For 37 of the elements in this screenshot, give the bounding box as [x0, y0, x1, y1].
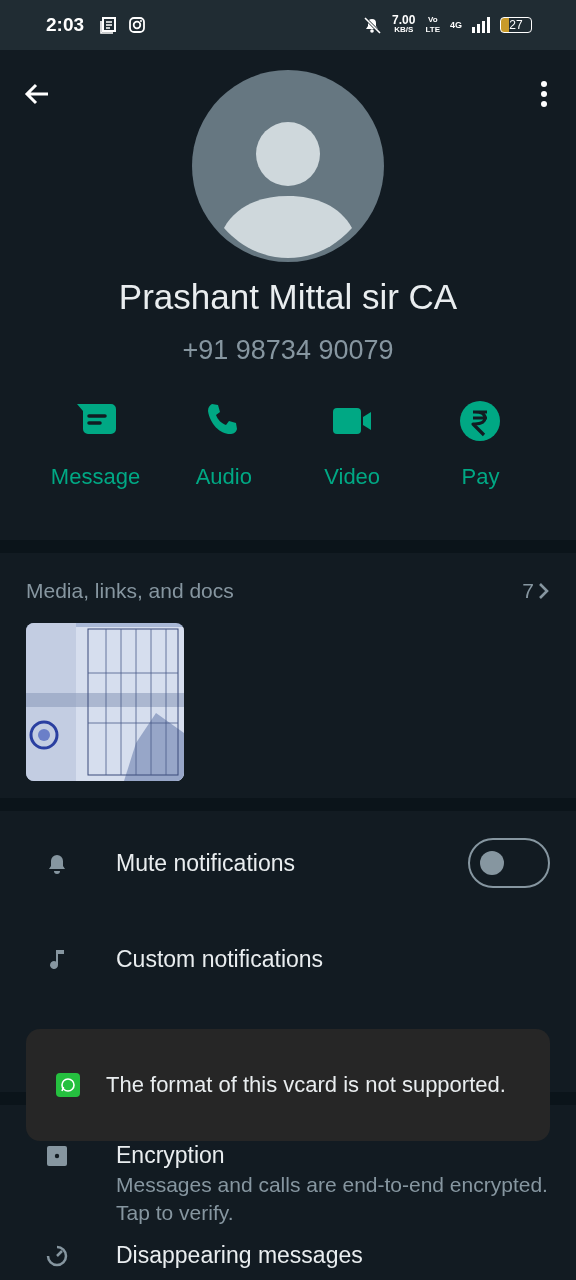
mute-bell-icon [362, 15, 383, 35]
contact-name: Prashant Mittal sir CA [118, 276, 458, 318]
chat-app-icon [56, 1073, 80, 1097]
rupee-icon [459, 400, 502, 442]
action-button[interactable]: Audio [166, 400, 282, 490]
timer-icon [45, 1244, 69, 1268]
battery-level: 27 [500, 17, 532, 33]
setting-description: Messages and calls are end-to-end encrypted. Tap to verify. [116, 1172, 549, 1226]
volte-label: LTE [425, 25, 440, 35]
lock-icon [45, 1144, 69, 1168]
action-button[interactable]: Video [294, 400, 410, 490]
settings-row[interactable]: Encryption Messages and calls are end-to-end encrypted. Tap to verify. [0, 1141, 576, 1227]
setting-label: Custom notifications [116, 945, 325, 973]
volte-label: Vo [427, 15, 438, 25]
camera-icon [128, 16, 147, 34]
speed-unit: KB/S [394, 25, 414, 35]
menu-button[interactable] [540, 80, 548, 108]
toast-text: The format of this vcard is not supported. [106, 1071, 506, 1099]
action-button[interactable]: Pay [423, 400, 538, 490]
phone-number: +91 98734 90079 [182, 334, 394, 366]
setting-label: Mute notifications [116, 849, 296, 877]
clock-time: 2:03 [46, 14, 85, 36]
toggle-switch[interactable] [468, 838, 550, 888]
news-icon [100, 16, 119, 34]
settings-row[interactable]: Disappearing messages [0, 1241, 576, 1269]
setting-label: Encryption [116, 1141, 226, 1169]
setting-label: Disappearing messages [116, 1241, 364, 1269]
settings-row[interactable]: Custom notifications [0, 911, 576, 1007]
action-button[interactable]: Message [38, 400, 153, 490]
signal-icon [472, 17, 490, 33]
section-title: Media, links, and docs [26, 578, 234, 604]
more-icon [540, 80, 548, 108]
media-count-button[interactable]: 7 [522, 579, 550, 603]
chevron-right-icon [538, 582, 550, 600]
network-speed: 7.00 [392, 15, 416, 25]
settings-row[interactable]: Mute notifications [0, 815, 576, 911]
network-type: 4G [450, 20, 462, 30]
